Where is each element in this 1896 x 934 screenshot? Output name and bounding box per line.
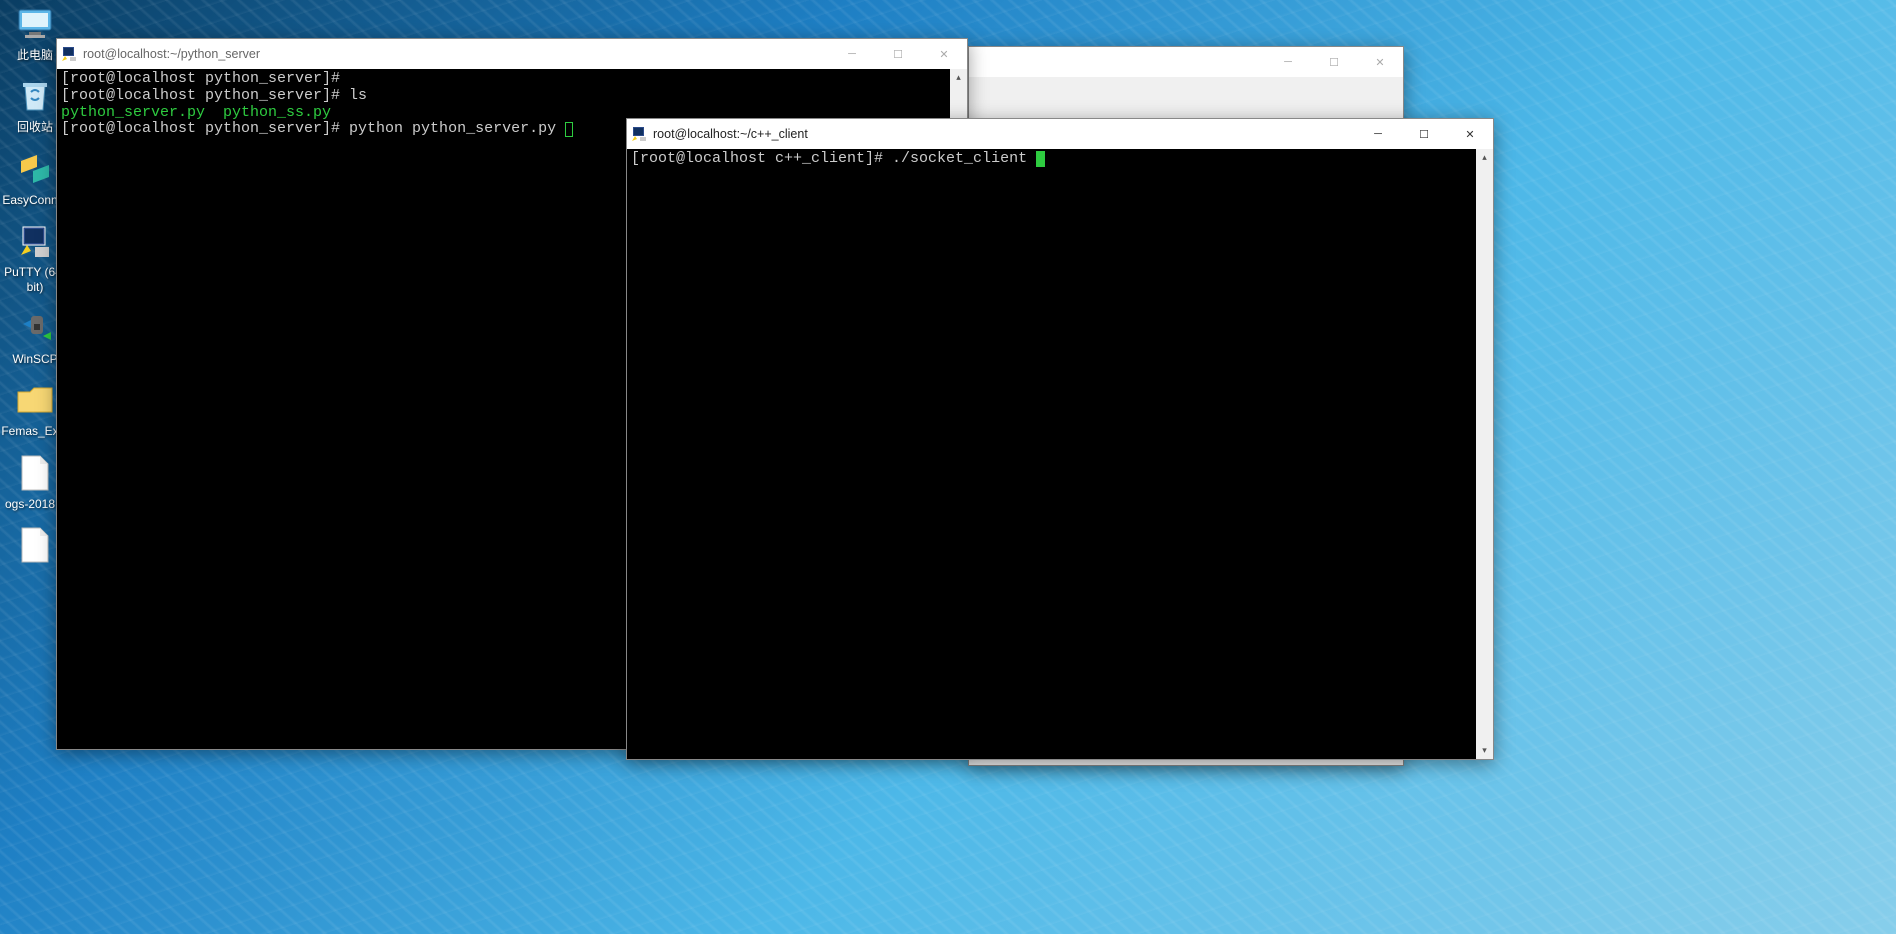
prompt: [root@localhost python_server]#: [61, 70, 349, 87]
prompt: [root@localhost c++_client]#: [631, 150, 892, 167]
close-button[interactable]: ✕: [1357, 47, 1403, 77]
putty-icon: [627, 126, 651, 142]
minimize-button[interactable]: ─: [829, 39, 875, 69]
command-text: python python_server.py: [349, 120, 565, 137]
recycle-bin-icon: [15, 76, 55, 116]
prompt: [root@localhost python_server]#: [61, 120, 349, 137]
file-icon: [15, 453, 55, 493]
scrollbar[interactable]: ▴ ▾: [1476, 149, 1493, 759]
cursor-icon: [1036, 151, 1045, 167]
winscp-icon: [15, 308, 55, 348]
file-icon: [15, 525, 55, 565]
scroll-up-icon[interactable]: ▴: [1476, 149, 1493, 166]
cursor-icon: [565, 122, 573, 137]
maximize-button[interactable]: ☐: [1311, 47, 1357, 77]
titlebar[interactable]: root@localhost:~/python_server ─ ☐ ✕: [57, 39, 967, 69]
putty-icon: [15, 221, 55, 261]
minimize-button[interactable]: ─: [1355, 119, 1401, 149]
folder-icon: [15, 380, 55, 420]
file-listing: python_server.py python_ss.py: [61, 104, 331, 121]
putty-icon: [57, 46, 81, 62]
window-title: root@localhost:~/c++_client: [651, 127, 1355, 141]
scroll-up-icon[interactable]: ▴: [950, 69, 967, 86]
terminal-output[interactable]: [root@localhost c++_client]# ./socket_cl…: [627, 149, 1476, 759]
maximize-button[interactable]: ☐: [875, 39, 921, 69]
easyconnect-icon: [15, 149, 55, 189]
command-text: ./socket_client: [892, 150, 1036, 167]
minimize-button[interactable]: ─: [1265, 47, 1311, 77]
scroll-down-icon[interactable]: ▾: [1476, 742, 1493, 759]
titlebar[interactable]: root@localhost:~/c++_client ─ ☐ ✕: [627, 119, 1493, 149]
close-button[interactable]: ✕: [921, 39, 967, 69]
putty-window-cpp-client[interactable]: root@localhost:~/c++_client ─ ☐ ✕ [root@…: [626, 118, 1494, 760]
maximize-button[interactable]: ☐: [1401, 119, 1447, 149]
computer-icon: [15, 4, 55, 44]
titlebar[interactable]: ─ ☐ ✕: [969, 47, 1403, 77]
scroll-track[interactable]: [1476, 166, 1493, 742]
command-text: ls: [349, 87, 367, 104]
close-button[interactable]: ✕: [1447, 119, 1493, 149]
window-title: root@localhost:~/python_server: [81, 47, 829, 61]
prompt: [root@localhost python_server]#: [61, 87, 349, 104]
